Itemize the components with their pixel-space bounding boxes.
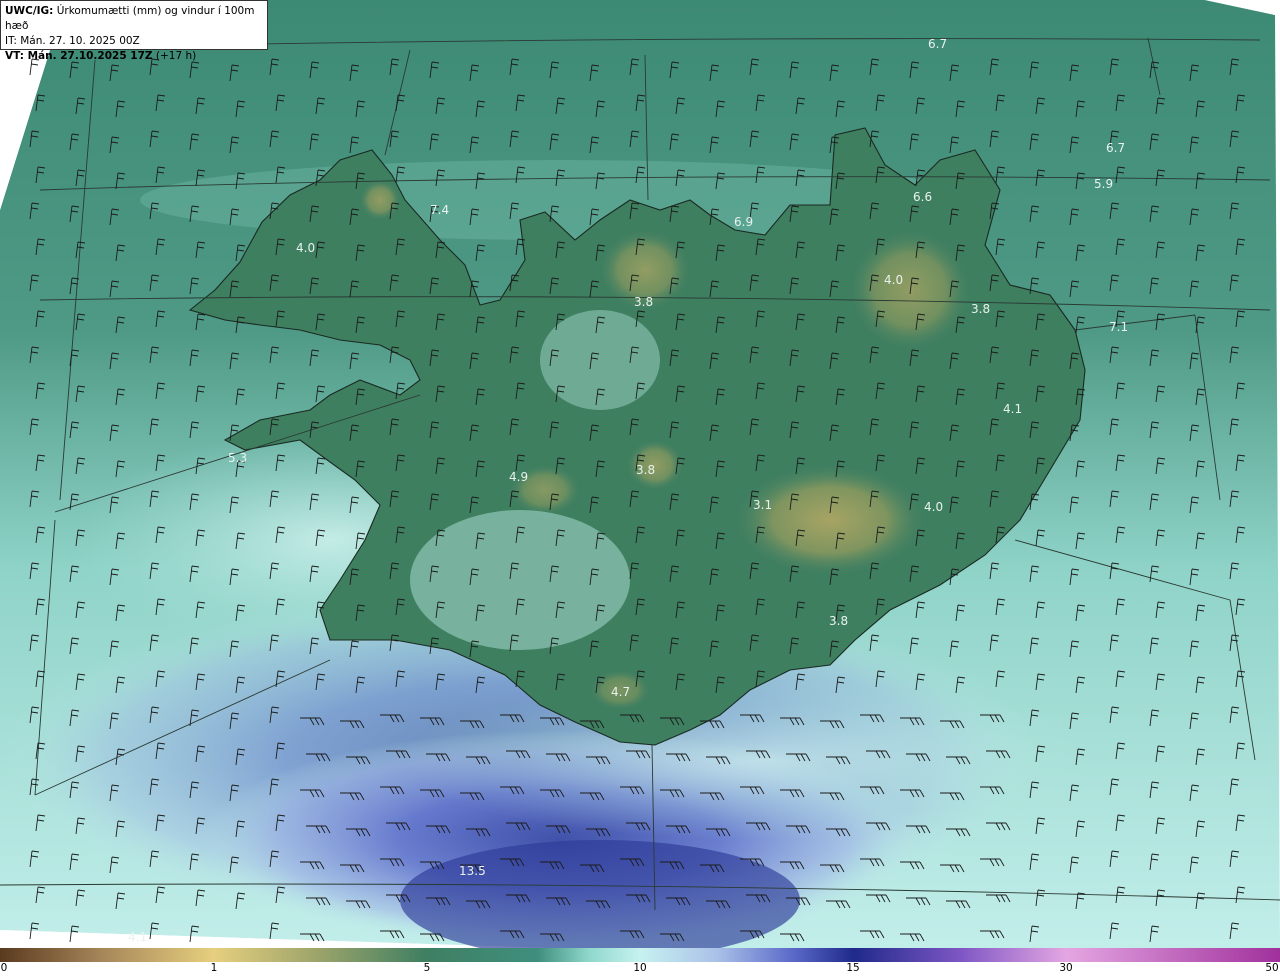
value-label: 4.1	[1003, 402, 1022, 416]
colorbar-tick: 50	[1265, 962, 1279, 974]
colorbar-tick: 0	[0, 962, 8, 974]
light-area-south	[400, 680, 1120, 840]
colorbar-fill	[0, 948, 1280, 962]
highland-vatnajokull	[735, 465, 925, 575]
value-label: 6.6	[913, 190, 932, 204]
map-header: UWC/IG: Úrkomumætti (mm) og vindur í 100…	[0, 0, 268, 62]
value-label: 3.8	[829, 614, 848, 628]
header-line-3: VT: Mán. 27.10.2025 17Z (+17 h)	[5, 49, 263, 64]
value-label: 4.0	[884, 273, 903, 287]
value-label: 5.3	[228, 451, 247, 465]
value-label: 3.8	[634, 295, 653, 309]
colorbar-tick: 30	[1059, 962, 1073, 974]
value-label: 4.0	[296, 241, 315, 255]
header-line-1: UWC/IG: Úrkomumætti (mm) og vindur í 100…	[5, 4, 263, 34]
highland-north	[850, 230, 970, 350]
value-label: 6.9	[734, 215, 753, 229]
lowland-central	[540, 310, 660, 410]
colorbar	[0, 948, 1280, 962]
value-label: 4.7	[611, 685, 630, 699]
value-label: 4.0	[924, 500, 943, 514]
value-label: 6.7	[928, 37, 947, 51]
value-label: 7.4	[430, 203, 449, 217]
colorbar-tick: 5	[423, 962, 431, 974]
value-label: 7.1	[1109, 320, 1128, 334]
highland-drangajokull	[360, 180, 400, 220]
colorbar-tick: 1	[210, 962, 218, 974]
valid-time: VT: Mán. 27.10.2025 17Z	[5, 50, 153, 62]
precipitation-wind-map: 6.7 6.7 5.9 6.6 6.9 7.4 4.0 4.0 3.8 3.8 …	[0, 0, 1280, 948]
value-label: 3.8	[971, 302, 990, 316]
lead-time: (+17 h)	[155, 50, 197, 62]
colorbar-tick: 10	[633, 962, 647, 974]
init-time: IT: Mán. 27. 10. 2025 00Z	[5, 35, 140, 47]
model-name: UWC/IG:	[5, 5, 54, 17]
value-label: 4.1	[128, 930, 147, 944]
value-label: 6.7	[1106, 141, 1125, 155]
value-label: 3.1	[753, 498, 772, 512]
value-label: 4.9	[509, 470, 528, 484]
value-label: 13.5	[459, 864, 486, 878]
value-label: 3.8	[636, 463, 655, 477]
colorbar-tick: 15	[846, 962, 860, 974]
value-label: 5.9	[1094, 177, 1113, 191]
